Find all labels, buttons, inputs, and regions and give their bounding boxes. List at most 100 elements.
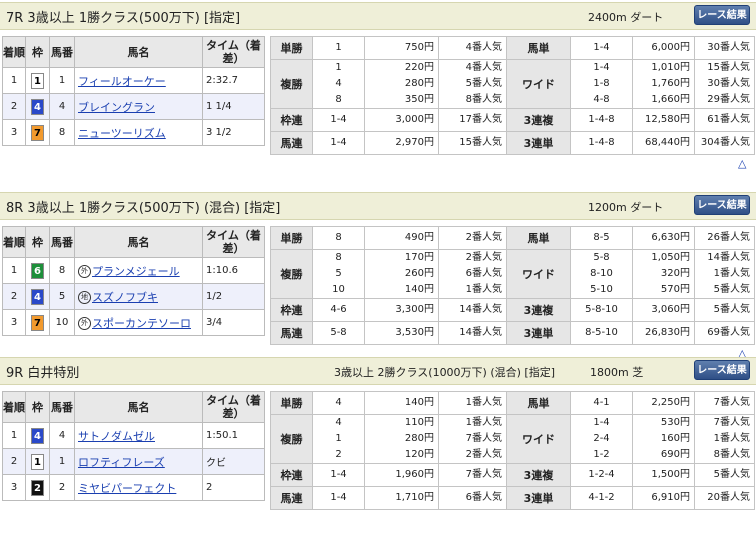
horse-number: 5 [49, 283, 75, 310]
waku-cell: 7 [25, 309, 50, 336]
pay-amount: 1,710円 [364, 486, 439, 510]
horse-name-link[interactable]: ニューツーリズム [78, 127, 166, 140]
pay-label-sanrenpuku: 3連複 [506, 108, 571, 132]
race-result-button[interactable]: レース結果 [694, 5, 750, 25]
pay-popularity-line: 1番人気 [465, 284, 502, 295]
horse-name-link[interactable]: スズノフブキ [92, 291, 158, 304]
finish-header: 着順 [2, 391, 26, 423]
pay-combination: 1-4 [312, 131, 365, 155]
table-row: 2 4 5 地スズノフブキ 1/2 [2, 283, 265, 310]
horse-origin-mark: 地 [78, 291, 91, 304]
pay-combination-line: 1-4 [593, 62, 610, 73]
pay-popularity: 20番人気 [694, 486, 755, 510]
finish-position: 1 [2, 422, 26, 449]
horse-name-link[interactable]: プランメジェール [92, 265, 180, 278]
horse-name-cell: ブレイングラン [74, 93, 203, 120]
finish-time: 3/4 [202, 309, 265, 336]
pay-amount: 2,250円 [632, 391, 695, 415]
waku-header: 枠 [25, 226, 50, 258]
pay-popularity: 15番人気 [438, 131, 507, 155]
pay-combination: 5-8 [312, 321, 365, 345]
table-row: 3 7 10 外スポーカンテソーロ 3/4 [2, 309, 265, 336]
pay-amount: 170円 260円 140円 [364, 249, 439, 299]
pay-combination: 1 4 8 [312, 59, 365, 109]
pay-popularity-line: 8番人気 [713, 449, 750, 460]
finish-position: 2 [2, 283, 26, 310]
pay-amount-line: 530円 [660, 417, 690, 428]
pay-combination: 1-4 [312, 463, 365, 487]
pay-amount-line: 350円 [404, 94, 434, 105]
time-header: タイム（着差） [202, 226, 265, 258]
finish-time: 1:50.1 [202, 422, 265, 449]
horse-name-link[interactable]: ミヤビパーフェクト [78, 482, 176, 495]
horse-name-link[interactable]: フィールオーケー [78, 75, 166, 88]
pay-popularity: 5番人気 [694, 298, 755, 322]
pay-combination: 8-5-10 [570, 321, 633, 345]
race-header: 8R 3歳以上 1勝クラス(500万下) (混合) [指定] 1200m ダート レ… [0, 192, 756, 220]
horse-name-cell: サトノダムゼル [74, 422, 203, 449]
pay-popularity: 7番人気 [438, 463, 507, 487]
pay-label-wakuren: 枠連 [270, 463, 313, 487]
pay-popularity-line: 14番人気 [707, 252, 750, 263]
horse-name-link[interactable]: サトノダムゼル [78, 430, 155, 443]
pay-combination: 1-4-8 [570, 108, 633, 132]
pay-popularity: 14番人気 1番人気 5番人気 [694, 249, 755, 299]
race-result-button[interactable]: レース結果 [694, 195, 750, 215]
pay-combination-line: 5-8 [593, 252, 610, 263]
horse-number: 8 [49, 119, 75, 146]
pay-label-wakuren: 枠連 [270, 108, 313, 132]
pay-label-wide: ワイド [506, 249, 571, 299]
pay-amount: 750円 [364, 36, 439, 60]
umaban-header: 馬番 [49, 226, 75, 258]
pay-amount: 6,910円 [632, 486, 695, 510]
pay-amount: 1,960円 [364, 463, 439, 487]
pay-amount: 2,970円 [364, 131, 439, 155]
pay-popularity: 7番人気 [694, 391, 755, 415]
finish-header: 着順 [2, 36, 26, 68]
pay-popularity: 14番人気 [438, 298, 507, 322]
pay-amount-line: 1,660円 [651, 94, 690, 105]
payout-table: 単勝 8 490円 2番人気 馬単 8-5 6,630円 26番人気 複勝 8 5 10 170円 260… [270, 226, 755, 345]
pay-popularity: 17番人気 [438, 108, 507, 132]
finish-time: 2:32.7 [202, 67, 265, 94]
finish-header: 着順 [2, 226, 26, 258]
pay-amount: 6,630円 [632, 226, 695, 250]
page-top-icon[interactable]: △ [738, 157, 746, 170]
horse-name-header: 馬名 [74, 226, 203, 258]
horse-number: 2 [49, 474, 75, 501]
pay-combination-line: 4 [335, 78, 342, 89]
race-header: 7R 3歳以上 1勝クラス(500万下) [指定] 2400m ダート レース結果 [0, 2, 756, 30]
horse-origin-mark: 外 [78, 317, 91, 330]
pay-popularity: 2番人気 [438, 226, 507, 250]
pay-popularity-line: 7番人気 [713, 417, 750, 428]
race-distance: 2400m ダート [588, 11, 664, 24]
payout-table: 単勝 1 750円 4番人気 馬単 1-4 6,000円 30番人気 複勝 1 4 8 220円 280円… [270, 36, 755, 155]
pay-amount: 490円 [364, 226, 439, 250]
table-row: 2 4 4 ブレイングラン 1 1/4 [2, 93, 265, 120]
pay-combination: 1-4 [312, 108, 365, 132]
waku-badge: 7 [31, 314, 44, 331]
pay-popularity: 2番人気 6番人気 1番人気 [438, 249, 507, 299]
pay-popularity: 15番人気 30番人気 29番人気 [694, 59, 755, 109]
pay-amount-line: 120円 [404, 449, 434, 460]
pay-combination: 1-4 2-4 1-2 [570, 414, 633, 464]
pay-label-wakuren: 枠連 [270, 298, 313, 322]
pay-label-umaren: 馬連 [270, 131, 313, 155]
pay-popularity: 7番人気 1番人気 8番人気 [694, 414, 755, 464]
pay-popularity-line: 29番人気 [707, 94, 750, 105]
pay-combination-line: 1-2 [593, 449, 610, 460]
pay-label-umatan: 馬単 [506, 36, 571, 60]
race-distance: 1200m ダート [588, 201, 664, 214]
pay-amount-line: 690円 [660, 449, 690, 460]
horse-name-link[interactable]: スポーカンテソーロ [92, 317, 191, 330]
finish-time: 1/2 [202, 283, 265, 310]
pay-combination-line: 10 [332, 284, 345, 295]
pay-amount: 6,000円 [632, 36, 695, 60]
pay-popularity: 61番人気 [694, 108, 755, 132]
horse-name-link[interactable]: ロフティフレーズ [78, 456, 165, 469]
horse-name-header: 馬名 [74, 391, 203, 423]
race-result-button[interactable]: レース結果 [694, 360, 750, 380]
table-row: 1 6 8 外プランメジェール 1:10.6 [2, 257, 265, 284]
horse-name-link[interactable]: ブレイングラン [78, 101, 155, 114]
horse-name-header: 馬名 [74, 36, 203, 68]
